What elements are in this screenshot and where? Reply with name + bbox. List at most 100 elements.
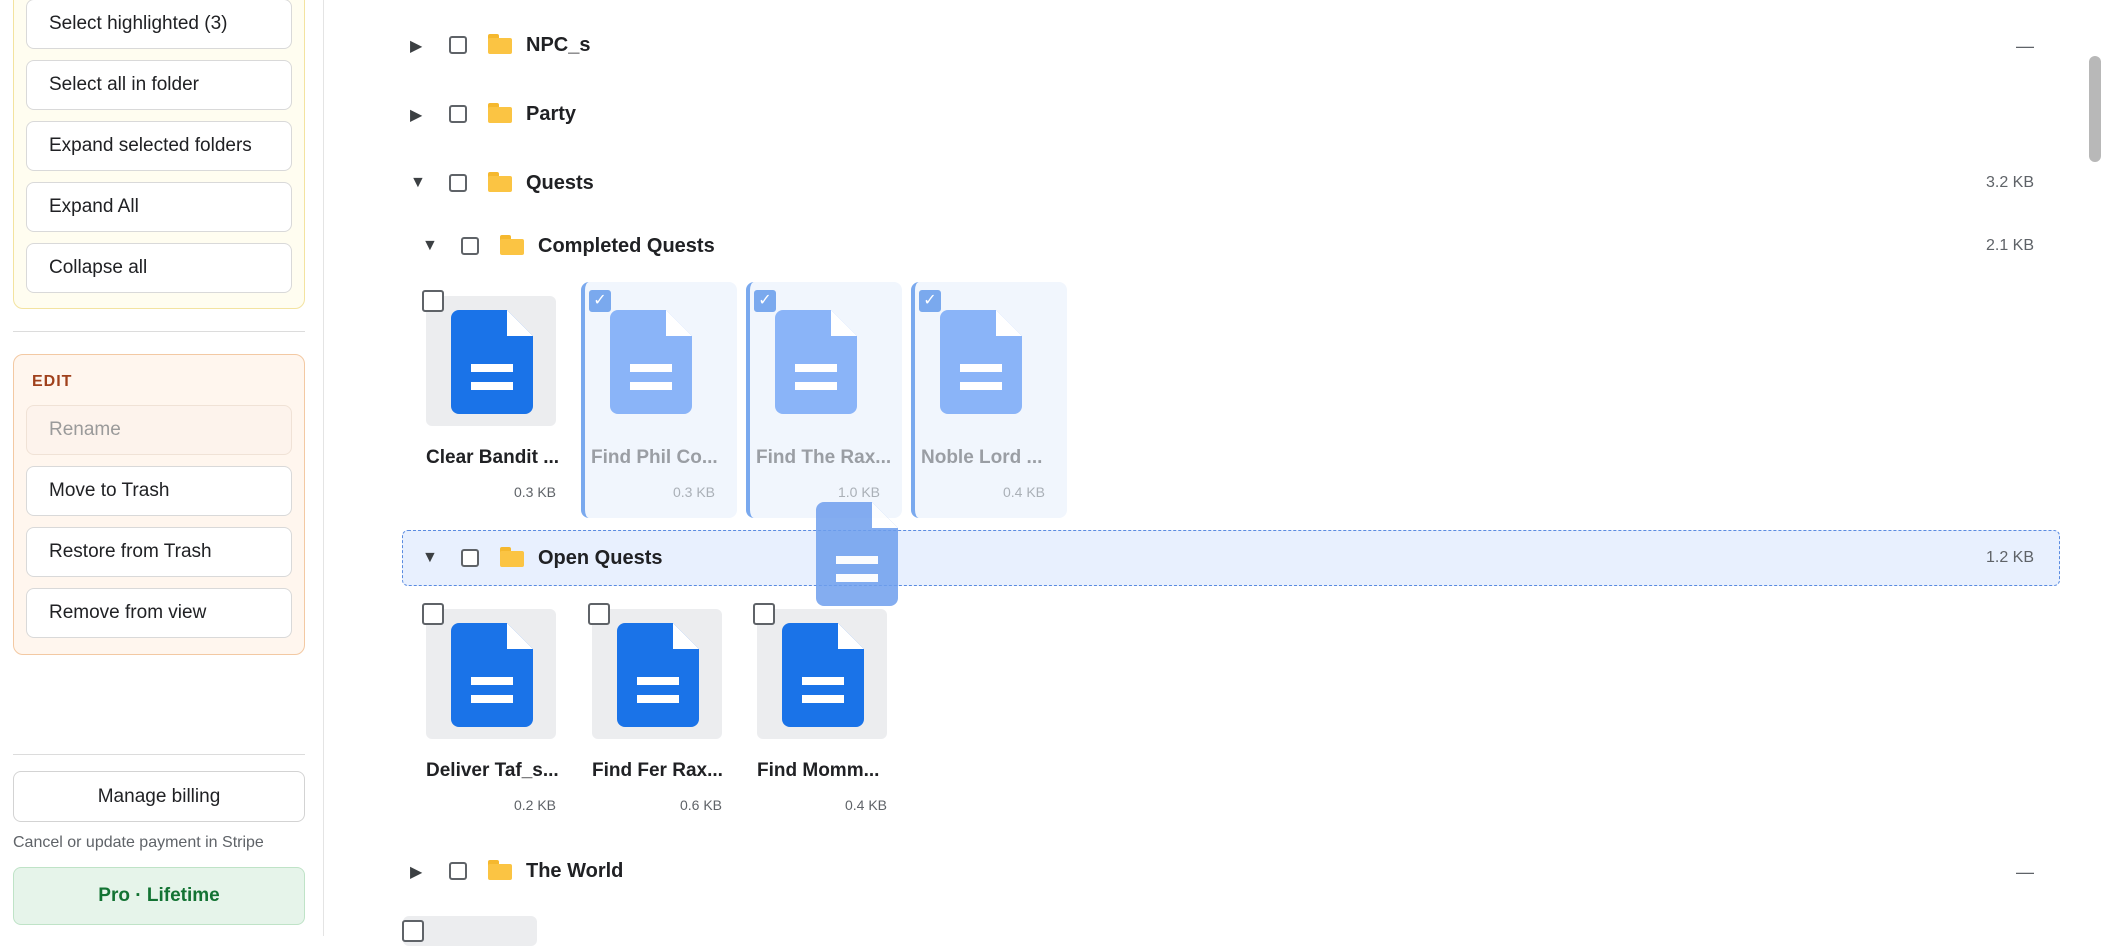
document-icon	[782, 623, 864, 727]
folder-icon	[500, 235, 524, 255]
folder-name: Open Quests	[538, 547, 663, 569]
select-highlighted-button[interactable]: Select highlighted (3)	[26, 0, 292, 49]
file-checkbox[interactable]	[753, 603, 775, 625]
edit-panel: EDIT Rename Move to Trash Restore from T…	[13, 354, 305, 655]
file-size: 0.4 KB	[844, 797, 887, 813]
restore-from-trash-button[interactable]: Restore from Trash	[26, 527, 292, 577]
folder-size: —	[2016, 36, 2034, 56]
file-tile[interactable]: Clear Bandit ... 0.3 KB	[422, 282, 578, 518]
file-tile[interactable]: Find Fer Rax... 0.6 KB	[588, 595, 744, 831]
expand-selected-folders-button[interactable]: Expand selected folders	[26, 121, 292, 171]
move-to-trash-button[interactable]: Move to Trash	[26, 466, 292, 516]
file-thumbnail	[426, 609, 556, 739]
folder-row-party[interactable]: ▶ Party	[324, 87, 2064, 143]
triangle-right-icon[interactable]: ▶	[410, 105, 422, 125]
file-thumbnail	[750, 296, 880, 426]
folder-row-completed-quests[interactable]: ▼ Completed Quests 2.1 KB	[324, 219, 2064, 275]
select-panel: Select highlighted (3) Select all in fol…	[13, 0, 305, 309]
file-tile[interactable]: ✓ Noble Lord ... 0.4 KB	[911, 282, 1067, 518]
expand-all-button[interactable]: Expand All	[26, 182, 292, 232]
folder-checkbox[interactable]	[449, 36, 467, 54]
document-icon	[775, 310, 857, 414]
folder-checkbox[interactable]	[449, 105, 467, 123]
file-checkbox-checked[interactable]: ✓	[589, 290, 611, 312]
manage-billing-button[interactable]: Manage billing	[13, 771, 305, 822]
file-checkbox-checked[interactable]: ✓	[754, 290, 776, 312]
file-checkbox[interactable]	[402, 920, 424, 942]
file-thumbnail	[915, 296, 1045, 426]
folder-icon	[488, 34, 512, 54]
rename-button[interactable]: Rename	[26, 405, 292, 455]
folder-name: Completed Quests	[538, 235, 715, 257]
file-thumbnail	[757, 609, 887, 739]
folder-row-npc[interactable]: ▶ NPC_s —	[324, 18, 2064, 74]
folder-checkbox[interactable]	[449, 862, 467, 880]
triangle-down-icon[interactable]: ▼	[410, 174, 426, 192]
document-icon	[451, 623, 533, 727]
vertical-scrollbar[interactable]	[2085, 0, 2105, 936]
file-thumbnail	[585, 296, 715, 426]
folder-name: Quests	[526, 172, 594, 194]
document-icon	[940, 310, 1022, 414]
edit-panel-title: EDIT	[32, 373, 73, 390]
file-tile[interactable]: Find Momm... 0.4 KB	[753, 595, 909, 831]
document-icon	[617, 623, 699, 727]
file-thumbnail	[592, 609, 722, 739]
select-all-in-folder-button[interactable]: Select all in folder	[26, 60, 292, 110]
collapse-all-button[interactable]: Collapse all	[26, 243, 292, 293]
file-size: 0.6 KB	[679, 797, 722, 813]
file-size: 0.3 KB	[672, 484, 715, 500]
file-name: Find Momm...	[757, 760, 880, 781]
drag-ghost-document-icon	[816, 502, 898, 606]
file-name: Find The Rax...	[756, 447, 892, 468]
sidebar: Select highlighted (3) Select all in fol…	[0, 0, 324, 936]
remove-from-view-button[interactable]: Remove from view	[26, 588, 292, 638]
folder-row-open-quests[interactable]: ▼ Open Quests 1.2 KB	[324, 531, 2064, 587]
file-name: Find Phil Co...	[591, 447, 718, 468]
folder-checkbox[interactable]	[449, 174, 467, 192]
document-icon	[610, 310, 692, 414]
file-size: 0.2 KB	[513, 797, 556, 813]
file-thumbnail	[426, 296, 556, 426]
folder-icon	[500, 547, 524, 567]
triangle-down-icon[interactable]: ▼	[422, 237, 438, 255]
folder-name: The World	[526, 860, 624, 882]
folder-size: —	[2016, 862, 2034, 882]
file-size: 0.3 KB	[513, 484, 556, 500]
file-name: Find Fer Rax...	[592, 760, 723, 781]
folder-checkbox[interactable]	[461, 237, 479, 255]
folder-icon	[488, 103, 512, 123]
file-tile[interactable]: ✓ Find Phil Co... 0.3 KB	[581, 282, 737, 518]
folder-name: NPC_s	[526, 34, 591, 56]
triangle-down-icon[interactable]: ▼	[422, 549, 438, 567]
file-size: 0.4 KB	[1002, 484, 1045, 500]
billing-note: Cancel or update payment in Stripe	[13, 834, 264, 851]
plan-badge: Pro · Lifetime	[13, 867, 305, 925]
folder-checkbox[interactable]	[461, 549, 479, 567]
file-checkbox[interactable]	[422, 603, 444, 625]
triangle-right-icon[interactable]: ▶	[410, 862, 422, 882]
file-checkbox[interactable]	[588, 603, 610, 625]
folder-name: Party	[526, 103, 577, 125]
file-name: Noble Lord ...	[921, 447, 1043, 468]
file-size: 1.0 KB	[837, 484, 880, 500]
document-icon	[451, 310, 533, 414]
file-tile[interactable]: Deliver Taf_s... 0.2 KB	[422, 595, 578, 831]
folder-row-the-world[interactable]: ▶ The World —	[324, 844, 2064, 900]
folder-size: 1.2 KB	[1985, 549, 2034, 566]
file-name: Clear Bandit ...	[426, 447, 560, 468]
sidebar-divider	[13, 754, 305, 755]
file-checkbox[interactable]	[422, 290, 444, 312]
file-name: Deliver Taf_s...	[426, 760, 559, 781]
folder-icon	[488, 172, 512, 192]
file-checkbox-checked[interactable]: ✓	[919, 290, 941, 312]
folder-size: 3.2 KB	[1985, 174, 2034, 191]
sidebar-divider	[13, 331, 305, 332]
folder-row-quests[interactable]: ▼ Quests 3.2 KB	[324, 156, 2064, 212]
folder-size: 2.1 KB	[1985, 237, 2034, 254]
file-tile[interactable]: ✓ Find The Rax... 1.0 KB	[746, 282, 902, 518]
file-tree: ▶ NPC_s — ▶ Party ▼ Quests 3.2 KB ▼ Comp…	[324, 0, 2084, 946]
triangle-right-icon[interactable]: ▶	[410, 36, 422, 56]
folder-icon	[488, 860, 512, 880]
scrollbar-thumb[interactable]	[2089, 56, 2101, 162]
